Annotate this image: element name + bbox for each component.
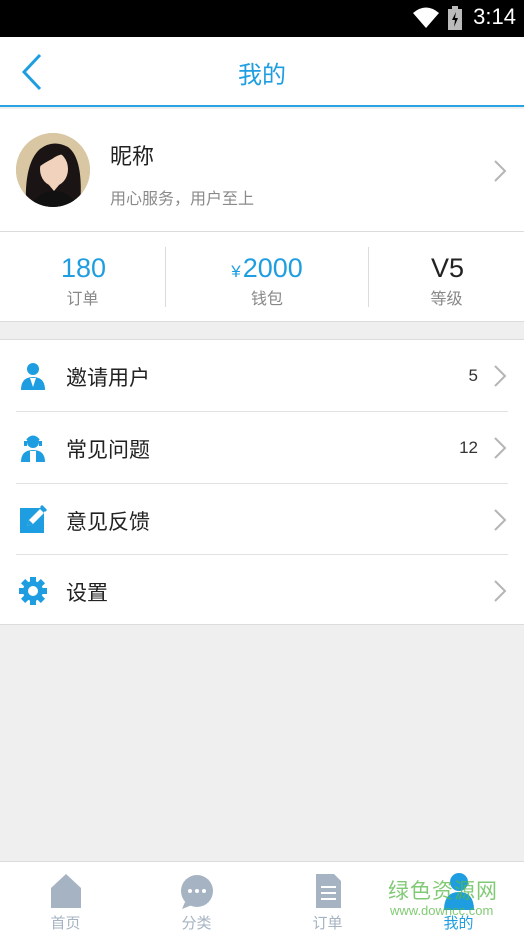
tab-label: 订单 bbox=[312, 914, 343, 932]
invite-user-icon bbox=[21, 363, 45, 390]
watermark-title: 绿色资源网 bbox=[388, 879, 498, 903]
stat-orders-label: 订单 bbox=[66, 289, 99, 308]
tab-label: 分类 bbox=[181, 914, 212, 932]
menu-item-label: 设置 bbox=[66, 581, 108, 605]
home-icon bbox=[51, 874, 81, 908]
stat-orders[interactable]: 180 订单 bbox=[0, 232, 165, 322]
stat-wallet-value: ¥2000 bbox=[231, 253, 303, 283]
menu-item-feedback[interactable]: 意见反馈 bbox=[0, 484, 524, 555]
stat-orders-value: 180 bbox=[60, 253, 107, 283]
menu-item-label: 意见反馈 bbox=[66, 510, 150, 534]
menu-item-settings[interactable]: 设置 bbox=[0, 555, 524, 626]
menu-item-label: 常见问题 bbox=[66, 438, 150, 462]
menu-list: 邀请用户 5 常见问题 12 意见反馈 设置 bbox=[0, 339, 524, 625]
menu-item-faq[interactable]: 常见问题 12 bbox=[0, 412, 524, 483]
page-title: 我的 bbox=[238, 61, 286, 89]
document-icon bbox=[316, 874, 341, 908]
status-bar: 3:14 bbox=[0, 0, 524, 37]
stat-level-label: 等级 bbox=[430, 289, 463, 308]
profile-motto: 用心服务，用户至上 bbox=[110, 189, 255, 208]
menu-item-count: 5 bbox=[468, 366, 478, 385]
menu-item-invite-users[interactable]: 邀请用户 5 bbox=[0, 340, 524, 411]
watermark-url: www.downcc.com bbox=[390, 903, 494, 918]
tab-home[interactable]: 首页 bbox=[0, 862, 131, 933]
avatar[interactable] bbox=[16, 133, 90, 207]
chevron-right-icon bbox=[494, 160, 507, 182]
chevron-right-icon bbox=[494, 580, 507, 602]
stat-wallet-label: 钱包 bbox=[250, 289, 283, 308]
chevron-right-icon bbox=[494, 437, 507, 459]
chat-bubble-icon bbox=[181, 875, 213, 909]
watermark: 绿色资源网 www.downcc.com bbox=[388, 875, 508, 925]
chevron-right-icon bbox=[494, 365, 507, 387]
nickname: 昵称 bbox=[110, 145, 155, 170]
stat-level-value: V5 bbox=[430, 253, 465, 283]
stat-level[interactable]: V5 等级 bbox=[369, 232, 524, 322]
tab-label: 首页 bbox=[50, 914, 81, 932]
feedback-icon bbox=[20, 505, 48, 533]
menu-item-label: 邀请用户 bbox=[66, 366, 150, 390]
profile-card[interactable]: 昵称 用心服务，用户至上 bbox=[0, 109, 524, 232]
wifi-icon bbox=[413, 7, 439, 28]
stat-wallet[interactable]: ¥2000 钱包 bbox=[166, 232, 368, 322]
tab-orders[interactable]: 订单 bbox=[262, 862, 393, 933]
avatar-portrait-icon bbox=[16, 133, 90, 207]
battery-icon bbox=[448, 6, 462, 30]
tab-category[interactable]: 分类 bbox=[131, 862, 262, 933]
menu-item-count: 12 bbox=[459, 438, 478, 457]
status-time: 3:14 bbox=[473, 4, 516, 29]
faq-icon bbox=[21, 435, 45, 462]
nav-bar: 我的 bbox=[0, 37, 524, 107]
settings-gear-icon bbox=[19, 577, 47, 605]
stats-bar: 180 订单 ¥2000 钱包 V5 等级 bbox=[0, 232, 524, 322]
chevron-right-icon bbox=[494, 509, 507, 531]
